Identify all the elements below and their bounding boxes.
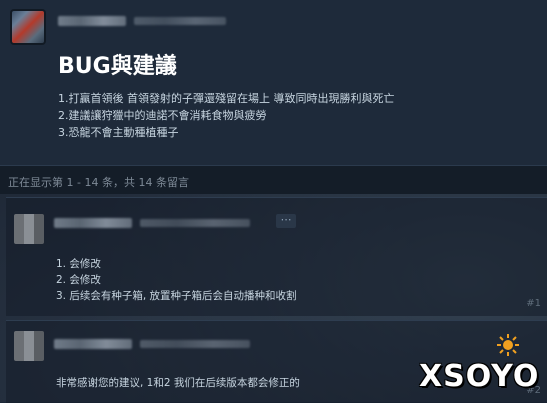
watermark-logo: XSOYO [419, 334, 539, 394]
watermark-text: XSOYO [419, 359, 540, 394]
original-post: BUG與建議 1.打贏首領後 首領發射的子彈還殘留在場上 導致同時出現勝利與死亡… [0, 0, 547, 166]
comment-line-1: 1. 会修改 [56, 258, 101, 270]
commenter-name-blurred[interactable] [54, 339, 132, 349]
comment-line-1: 非常感谢您的建议, 1和2 我们在后续版本都会修正的 [56, 377, 300, 389]
author-avatar[interactable] [12, 11, 44, 43]
comment-item: ⋯ 1. 会修改 2. 会修改 3. 后续会有种子箱, 放置种子箱后会自动播种和… [6, 197, 547, 316]
post-line-2: 2.建議讓狩獵中的迪諾不會消耗食物與疲勞 [58, 109, 267, 122]
comment-number: #1 [526, 298, 541, 309]
comment-count-bar: 正在显示第 1 - 14 条，共 14 条留言 [0, 166, 547, 194]
ellipsis-icon[interactable]: ⋯ [276, 214, 296, 228]
commenter-name-blurred[interactable] [54, 218, 132, 228]
comment-line-3: 3. 后续会有种子箱, 放置种子箱后会自动播种和收割 [56, 290, 297, 302]
commenter-avatar[interactable] [14, 331, 44, 361]
commenter-avatar[interactable] [14, 214, 44, 244]
sun-icon [497, 334, 519, 356]
author-name-blurred[interactable] [58, 16, 126, 26]
comment-date-blurred [140, 340, 250, 348]
post-date-blurred [134, 17, 226, 25]
post-line-3: 3.恐龍不會主動種植種子 [58, 126, 179, 139]
comment-line-2: 2. 会修改 [56, 274, 101, 286]
comment-date-blurred [140, 219, 250, 227]
post-title: BUG與建議 [58, 54, 177, 79]
post-line-1: 1.打贏首領後 首領發射的子彈還殘留在場上 導致同時出現勝利與死亡 [58, 92, 395, 105]
comment-count-text: 正在显示第 1 - 14 条，共 14 条留言 [8, 176, 189, 189]
